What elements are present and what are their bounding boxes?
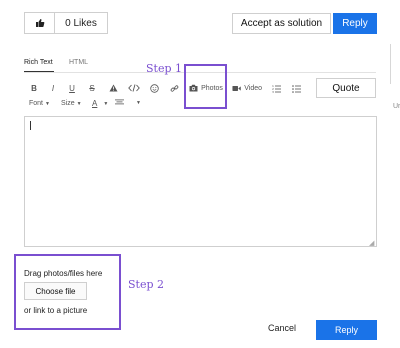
accept-as-solution-button[interactable]: Accept as solution	[232, 13, 331, 34]
bullet-list-icon	[291, 84, 301, 93]
quote-button[interactable]: Quote	[316, 78, 376, 98]
text-color-dropdown[interactable]: A ▼	[92, 99, 108, 108]
numbered-list-icon: 123	[272, 84, 281, 93]
message-editor[interactable]	[24, 116, 377, 247]
chevron-down-icon: ▼	[76, 100, 82, 107]
size-label: Size	[61, 100, 75, 107]
bold-icon: B	[31, 83, 37, 93]
emoji-icon	[149, 83, 159, 93]
link-icon	[170, 84, 178, 92]
video-icon	[232, 85, 241, 91]
link-to-picture[interactable]: or link to a picture	[24, 306, 87, 315]
code-icon	[128, 84, 140, 92]
step-1-annotation: Step 1	[146, 62, 183, 75]
underline-icon: U	[69, 83, 75, 93]
drag-files-label: Drag photos/files here	[24, 269, 103, 278]
reply-button-top[interactable]: Reply	[333, 13, 377, 34]
code-button[interactable]	[127, 81, 141, 95]
size-dropdown[interactable]: Size ▼	[61, 100, 82, 107]
chevron-down-icon: ▼	[103, 100, 109, 107]
text-cursor	[30, 121, 31, 130]
alignment-dropdown[interactable]: ▼	[115, 99, 141, 106]
thumbs-up-icon[interactable]	[25, 13, 55, 33]
bold-button[interactable]: B	[29, 81, 39, 95]
warning-button[interactable]	[107, 81, 119, 95]
font-dropdown[interactable]: Font ▼	[29, 100, 50, 107]
sidebar-text: Ur	[393, 103, 400, 110]
font-label: Font	[29, 100, 44, 107]
chevron-down-icon: ▼	[136, 99, 141, 106]
link-button[interactable]	[168, 81, 180, 95]
reply-button[interactable]: Reply	[316, 320, 377, 340]
strikethrough-icon: S	[89, 83, 95, 93]
active-tab-indicator	[24, 71, 54, 72]
chevron-down-icon: ▼	[45, 100, 50, 107]
photos-highlight-box	[184, 64, 227, 109]
resize-handle-icon[interactable]: ◢	[369, 239, 374, 247]
emoji-button[interactable]	[148, 81, 160, 95]
numbered-list-button[interactable]: 123	[270, 81, 282, 95]
strikethrough-button[interactable]: S	[87, 81, 97, 95]
video-button[interactable]: Video	[232, 81, 262, 95]
italic-icon: I	[51, 83, 55, 93]
underline-button[interactable]: U	[67, 81, 77, 95]
svg-text:3: 3	[272, 90, 274, 93]
choose-file-button[interactable]: Choose file	[24, 282, 87, 300]
italic-button[interactable]: I	[48, 81, 58, 95]
likes-count: 0 Likes	[65, 17, 97, 29]
video-label: Video	[244, 84, 262, 92]
step-2-annotation: Step 2	[128, 278, 165, 291]
tab-html[interactable]: HTML	[69, 59, 88, 66]
align-icon	[115, 99, 124, 105]
sidebar-divider	[390, 44, 391, 84]
tab-rich-text[interactable]: Rich Text	[24, 59, 53, 66]
cancel-button[interactable]: Cancel	[268, 323, 296, 333]
text-color-icon: A	[92, 99, 98, 108]
warning-icon	[109, 84, 117, 92]
bullet-list-button[interactable]	[290, 81, 302, 95]
like-control[interactable]: 0 Likes	[24, 12, 108, 34]
